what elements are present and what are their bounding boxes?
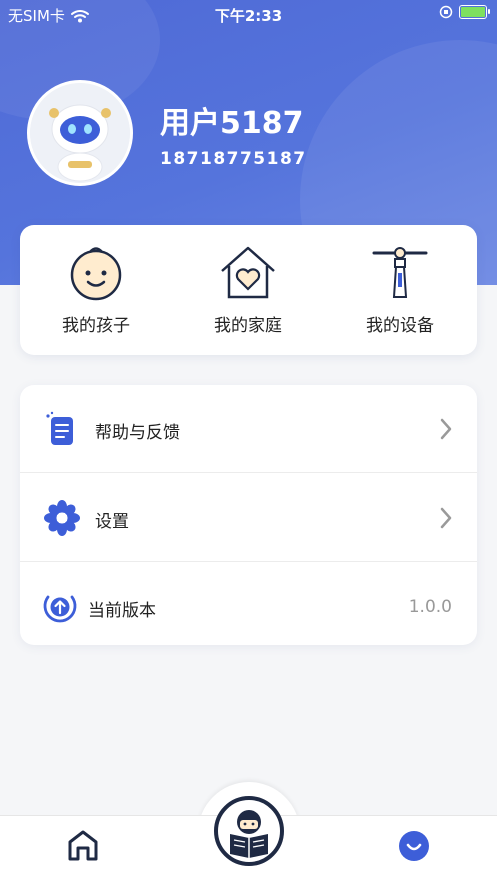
reading-kid-tab-button[interactable]: [214, 796, 284, 866]
my-children-label: 我的孩子: [62, 316, 130, 336]
phone-number: 18718775187: [160, 149, 307, 169]
row-divider: [20, 472, 477, 473]
my-family-button[interactable]: 我的家庭: [172, 225, 324, 355]
version-label: 当前版本: [88, 601, 156, 621]
my-devices-label: 我的设备: [366, 316, 434, 336]
home-icon[interactable]: [66, 828, 100, 862]
status-bar: 无SIM卡 下午2:33: [0, 0, 497, 28]
battery-icon: [459, 5, 490, 19]
status-right: [439, 5, 490, 19]
help-feedback-row[interactable]: 帮助与反馈: [20, 385, 477, 473]
child-face-icon: [70, 247, 122, 301]
version-row: 当前版本 1.0.0: [20, 563, 477, 651]
my-family-label: 我的家庭: [214, 316, 282, 336]
settings-menu-card: 帮助与反馈 设置 当前版本 1.0.0: [20, 385, 477, 645]
my-devices-button[interactable]: 我的设备: [324, 225, 476, 355]
document-icon: [46, 411, 73, 445]
orientation-lock-icon: [439, 5, 453, 19]
smile-profile-icon[interactable]: [398, 830, 430, 862]
username: 用户5187: [160, 106, 304, 141]
status-time: 下午2:33: [214, 7, 283, 25]
reading-kid-icon: [230, 810, 268, 858]
row-divider: [20, 561, 477, 562]
flower-gear-icon: [44, 500, 80, 536]
version-value: 1.0.0: [408, 597, 452, 617]
device-lamp-icon: [372, 247, 428, 298]
robot-avatar-icon: [30, 83, 130, 183]
chevron-right-icon: [440, 418, 452, 440]
avatar[interactable]: [27, 80, 133, 186]
settings-row[interactable]: 设置: [20, 474, 477, 562]
quick-actions-card: 我的孩子 我的家庭 我的设备: [20, 225, 477, 355]
upload-circle-icon: [43, 595, 77, 623]
help-feedback-label: 帮助与反馈: [95, 423, 180, 443]
chevron-right-icon: [440, 507, 452, 529]
home-heart-icon: [221, 246, 275, 299]
my-children-button[interactable]: 我的孩子: [20, 225, 172, 355]
settings-label: 设置: [95, 512, 129, 532]
